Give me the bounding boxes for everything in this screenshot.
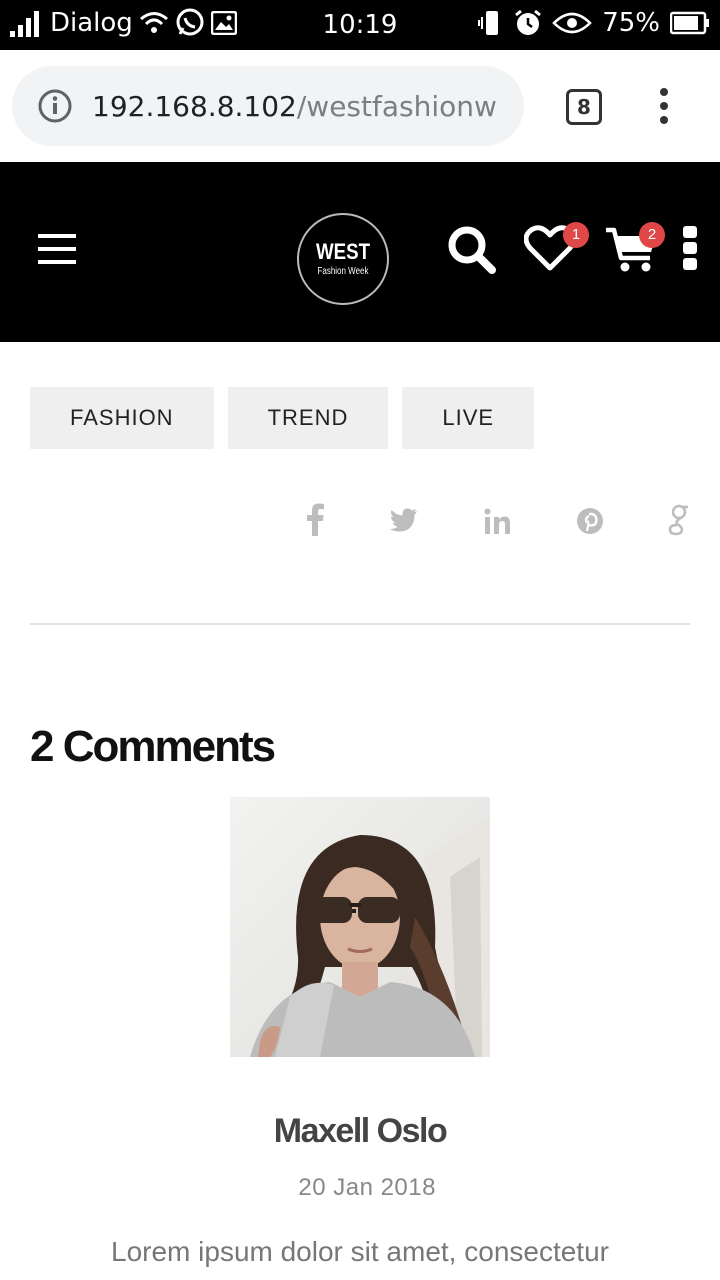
site-logo[interactable]: WEST Fashion Week — [297, 213, 389, 305]
linkedin-icon[interactable] — [484, 508, 510, 534]
site-header: WEST Fashion Week 1 2 — [0, 162, 720, 342]
battery-icon — [670, 11, 709, 35]
commenter-avatar — [230, 797, 490, 1057]
more-options-icon[interactable] — [682, 226, 698, 270]
search-icon[interactable] — [446, 224, 498, 276]
url-text[interactable]: 192.168.8.102/westfashionw — [92, 90, 512, 123]
tag-fashion[interactable]: FASHION — [30, 387, 214, 449]
tag-trend[interactable]: TREND — [227, 387, 389, 449]
section-divider — [30, 623, 690, 625]
post-tags: FASHION TREND LIVE — [30, 387, 535, 449]
status-bar: Dialog 10:19 75% — [0, 0, 720, 50]
pinterest-icon[interactable] — [576, 507, 604, 535]
eye-icon — [552, 12, 592, 34]
address-bar[interactable]: 192.168.8.102/westfashionw — [12, 66, 524, 146]
wishlist-count-badge: 1 — [563, 222, 589, 248]
tag-live[interactable]: LIVE — [402, 387, 535, 449]
url-path: /westfashionw — [296, 89, 497, 123]
browser-toolbar: 192.168.8.102/westfashionw 8 — [0, 50, 720, 162]
comment-author[interactable]: Maxell Oslo — [0, 1112, 720, 1151]
logo-subtitle: Fashion Week — [317, 266, 369, 277]
status-right: 75% — [478, 8, 710, 38]
google-plus-icon[interactable] — [668, 504, 690, 536]
browser-menu-icon[interactable] — [652, 86, 676, 126]
comment-date: 20 Jan 2018 — [0, 1174, 720, 1202]
tab-switcher-button[interactable]: 8 — [566, 89, 602, 125]
logo-title: WEST — [315, 239, 371, 264]
info-icon[interactable] — [38, 89, 72, 123]
facebook-icon[interactable] — [306, 502, 324, 536]
comment-date-text: 20 Jan 2018 — [298, 1174, 436, 1201]
hamburger-menu-icon[interactable] — [38, 232, 76, 266]
vibrate-icon — [478, 11, 499, 35]
battery-percent: 75% — [602, 8, 660, 38]
twitter-icon[interactable] — [390, 508, 418, 532]
alarm-icon — [515, 9, 542, 35]
comments-heading: 2 Comments — [30, 722, 276, 771]
comment-body: Lorem ipsum dolor sit amet, consectetur — [111, 1236, 609, 1267]
url-host: 192.168.8.102 — [92, 89, 297, 123]
cart-count-badge: 2 — [639, 222, 665, 248]
